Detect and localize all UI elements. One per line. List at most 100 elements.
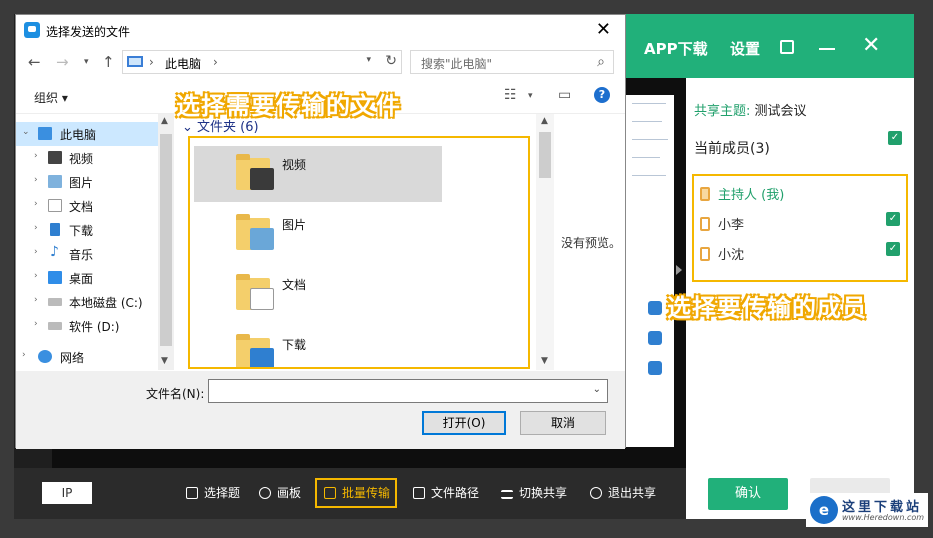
chevron-right-icon[interactable]: ›: [22, 350, 26, 360]
site-logo-icon: e: [810, 496, 838, 524]
fullscreen-icon[interactable]: [780, 40, 794, 54]
member-checkbox-xiaoli[interactable]: ✓: [886, 212, 900, 226]
file-name: 下载: [282, 338, 307, 352]
tree-item-downloads[interactable]: › 下载: [16, 218, 158, 242]
view-options-icon[interactable]: ☷: [504, 87, 517, 103]
tree-item-label: 下载: [69, 224, 94, 238]
forward-arrow-icon[interactable]: →: [56, 53, 69, 71]
scrollbar-thumb[interactable]: [160, 134, 172, 346]
tree-item-videos[interactable]: › 视频: [16, 146, 158, 170]
close-icon[interactable]: ✕: [862, 35, 880, 57]
up-arrow-icon[interactable]: ↑: [102, 53, 115, 71]
video-badge-icon: [250, 168, 274, 190]
chevron-right-icon[interactable]: ›: [34, 151, 38, 161]
scroll-down-icon[interactable]: ▼: [161, 356, 168, 366]
recent-locations-icon[interactable]: ▾: [84, 57, 89, 67]
bottom-toolbar: IP 选择题 画板 批量传输 文件路径 切换共享 退出共享: [14, 468, 686, 519]
file-item-downloads[interactable]: 下载: [194, 326, 442, 367]
tree-item-pictures[interactable]: › 图片: [16, 170, 158, 194]
chevron-right-icon[interactable]: ›: [34, 223, 38, 233]
preview-pane-icon[interactable]: ▭: [558, 87, 571, 103]
chevron-right-icon[interactable]: ›: [34, 199, 38, 209]
dialog-titlebar: 选择发送的文件 ✕: [16, 15, 625, 45]
settings-link[interactable]: 设置: [730, 38, 760, 59]
back-arrow-icon[interactable]: ←: [28, 53, 41, 71]
tree-item-this-pc[interactable]: ⌄ 此电脑: [16, 122, 158, 146]
file-item-videos[interactable]: 视频: [194, 146, 442, 202]
tree-item-music[interactable]: › ♪ 音乐: [16, 242, 158, 266]
chevron-down-icon[interactable]: ⌄: [22, 127, 30, 137]
dialog-title: 选择发送的文件: [46, 25, 131, 39]
navigation-scrollbar[interactable]: ▲ ▼: [158, 114, 174, 370]
organize-menu[interactable]: 组织 ▾: [34, 89, 68, 106]
drive-icon: [48, 322, 62, 330]
member-item-xiaoli[interactable]: 小李: [700, 214, 744, 233]
chevron-right-icon[interactable]: ›: [34, 295, 38, 305]
folder-icon: [413, 487, 425, 499]
open-button[interactable]: 打开(O): [422, 411, 506, 435]
chevron-down-icon[interactable]: ▾: [366, 55, 371, 65]
toolbar-label: 退出共享: [608, 486, 657, 500]
help-icon[interactable]: ?: [594, 87, 610, 103]
tree-item-label: 此电脑: [60, 128, 97, 142]
annotation-select-files: 选择需要传输的文件: [176, 92, 401, 120]
search-input[interactable]: 搜索"此电脑" ⌕: [410, 50, 614, 74]
batch-transfer-button[interactable]: 批量传输: [324, 484, 390, 501]
cancel-button[interactable]: 取消: [520, 411, 606, 435]
address-bar[interactable]: › 此电脑 › ▾ ↻: [122, 50, 402, 74]
chevron-down-icon[interactable]: ▾: [528, 91, 533, 101]
tree-item-label: 图片: [69, 176, 94, 190]
chevron-down-icon[interactable]: ⌄: [593, 384, 601, 395]
member-checkbox-xiaoshen[interactable]: ✓: [886, 242, 900, 256]
file-item-documents[interactable]: 文档: [194, 266, 442, 322]
member-item-host[interactable]: 主持人 (我): [700, 184, 784, 203]
file-name: 图片: [282, 218, 307, 232]
scrollbar-thumb[interactable]: [539, 132, 551, 178]
quiz-button[interactable]: 选择题: [186, 484, 240, 501]
file-list-scrollbar[interactable]: ▲ ▼: [536, 114, 554, 370]
minimize-icon[interactable]: [819, 48, 835, 50]
tree-item-network[interactable]: › 网络: [16, 345, 158, 369]
select-all-checkbox[interactable]: ✓: [888, 131, 902, 145]
chevron-right-icon[interactable]: ›: [34, 271, 38, 281]
desktop-folder-icon: [48, 271, 62, 284]
file-item-pictures[interactable]: 图片: [194, 206, 442, 262]
scroll-up-icon[interactable]: ▲: [541, 116, 548, 126]
whiteboard-button[interactable]: 画板: [259, 484, 301, 501]
chevron-right-icon[interactable]: ›: [34, 319, 38, 329]
switch-share-button[interactable]: 切换共享: [501, 484, 567, 501]
ip-button[interactable]: IP: [42, 482, 92, 504]
tree-item-desktop[interactable]: › 桌面: [16, 266, 158, 290]
dialog-close-icon[interactable]: ✕: [596, 19, 611, 40]
videos-folder-icon: [48, 151, 62, 164]
member-name: 主持人 (我): [718, 188, 785, 203]
filename-label: 文件名(N):: [146, 387, 205, 401]
download-badge-icon: [250, 348, 274, 367]
file-path-button[interactable]: 文件路径: [413, 484, 479, 501]
member-item-xiaoshen[interactable]: 小沈: [700, 244, 744, 263]
toolbar-label: 批量传输: [342, 486, 391, 500]
chevron-right-icon[interactable]: ›: [34, 175, 38, 185]
tree-item-documents[interactable]: › 文档: [16, 194, 158, 218]
filename-field[interactable]: ⌄: [208, 379, 608, 403]
annotation-select-members: 选择要传输的成员: [667, 294, 867, 322]
chevron-right-icon[interactable]: ›: [34, 247, 38, 257]
scroll-up-icon[interactable]: ▲: [161, 116, 168, 126]
refresh-icon[interactable]: ↻: [385, 53, 397, 69]
picture-badge-icon: [250, 228, 274, 250]
site-watermark: e 这里下载站 www.Heredown.com: [806, 493, 928, 527]
tree-item-drive-c[interactable]: › 本地磁盘 (C:): [16, 290, 158, 314]
tree-item-drive-d[interactable]: › 软件 (D:): [16, 314, 158, 338]
member-name: 小沈: [718, 248, 745, 263]
exit-share-button[interactable]: 退出共享: [590, 484, 656, 501]
phone-icon: [700, 217, 710, 231]
network-icon: [38, 350, 52, 363]
app-download-link[interactable]: APP下载: [644, 38, 708, 59]
scroll-down-icon[interactable]: ▼: [541, 356, 548, 366]
tree-item-label: 文档: [69, 200, 94, 214]
breadcrumb-location[interactable]: 此电脑: [165, 55, 201, 72]
search-icon: ⌕: [597, 54, 605, 70]
computer-icon: [38, 127, 52, 140]
confirm-button[interactable]: 确认: [708, 478, 788, 510]
file-open-dialog: 选择发送的文件 ✕ ← → ▾ ↑ › 此电脑 › ▾ ↻ 搜索"此电脑" ⌕ …: [15, 14, 626, 449]
